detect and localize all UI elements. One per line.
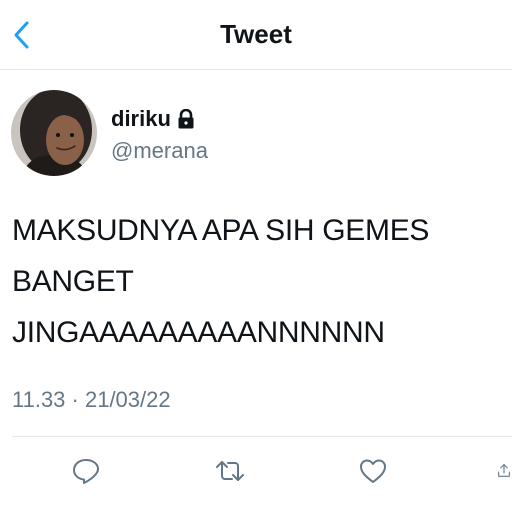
top-bar: Tweet bbox=[0, 0, 512, 70]
tweet-line: MAKSUDNYA APA SIH GEMES bbox=[12, 214, 430, 247]
avatar-image bbox=[11, 90, 97, 176]
lock-icon bbox=[178, 109, 194, 129]
tweet-timestamp[interactable]: 11.33 · 21/03/22 bbox=[12, 386, 171, 414]
reply-button[interactable] bbox=[70, 455, 102, 487]
share-button[interactable] bbox=[496, 455, 512, 487]
avatar[interactable] bbox=[11, 90, 97, 176]
like-button[interactable] bbox=[357, 455, 389, 487]
retweet-icon bbox=[216, 461, 244, 481]
divider bbox=[12, 436, 512, 437]
page-title: Tweet bbox=[220, 19, 292, 49]
like-icon bbox=[360, 459, 386, 483]
tweet-body: MAKSUDNYA APA SIH GEMES BANGET JINGAAAAA… bbox=[12, 205, 502, 358]
display-name: diriku bbox=[111, 106, 171, 131]
share-icon bbox=[498, 464, 510, 477]
retweet-button[interactable] bbox=[214, 455, 246, 487]
user-handle[interactable]: @merana bbox=[111, 138, 208, 164]
author-name-row[interactable]: diriku bbox=[111, 106, 195, 132]
tweet-line: JINGAAAAAAAAANNNNNN bbox=[12, 316, 385, 349]
tweet-line: BANGET bbox=[12, 265, 134, 298]
reply-icon bbox=[73, 459, 99, 484]
